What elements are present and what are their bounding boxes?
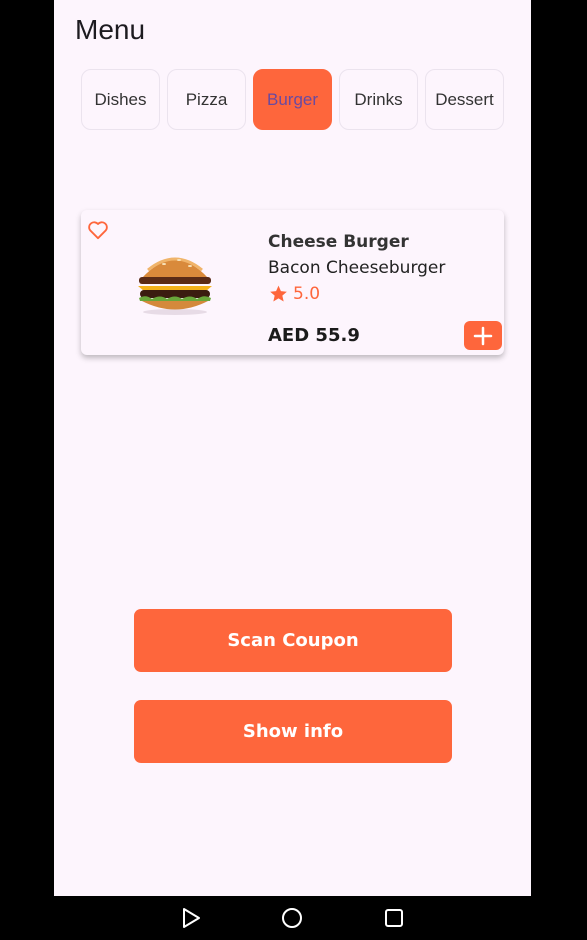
system-navigation-bar [0,896,587,940]
item-name: Cheese Burger [268,232,409,252]
star-icon [270,285,287,302]
heart-outline-icon[interactable] [87,220,109,240]
food-item-card[interactable]: Cheese Burger Bacon Cheeseburger 5.0 AED… [81,210,504,355]
tab-dishes[interactable]: Dishes [81,69,160,130]
home-circle-icon[interactable] [281,907,303,929]
back-triangle-icon[interactable] [180,907,202,929]
add-to-cart-button[interactable] [464,321,502,350]
app-screen: Menu Dishes Pizza Burger Drinks Dessert … [54,0,531,896]
show-info-button[interactable]: Show info [134,700,452,763]
item-rating: 5.0 [268,284,320,304]
tab-burger[interactable]: Burger [253,69,332,130]
tab-dessert[interactable]: Dessert [425,69,504,130]
tab-drinks[interactable]: Drinks [339,69,418,130]
page-title: Menu [75,14,146,45]
item-subtitle: Bacon Cheeseburger [268,258,446,278]
item-price: AED 55.9 [268,325,360,346]
rating-value: 5.0 [293,284,321,304]
category-tabs: Dishes Pizza Burger Drinks Dessert [81,69,504,130]
burger-image [138,257,212,315]
scan-coupon-button[interactable]: Scan Coupon [134,609,452,672]
tab-pizza[interactable]: Pizza [167,69,246,130]
plus-icon [473,326,493,345]
recents-square-icon[interactable] [383,907,405,929]
